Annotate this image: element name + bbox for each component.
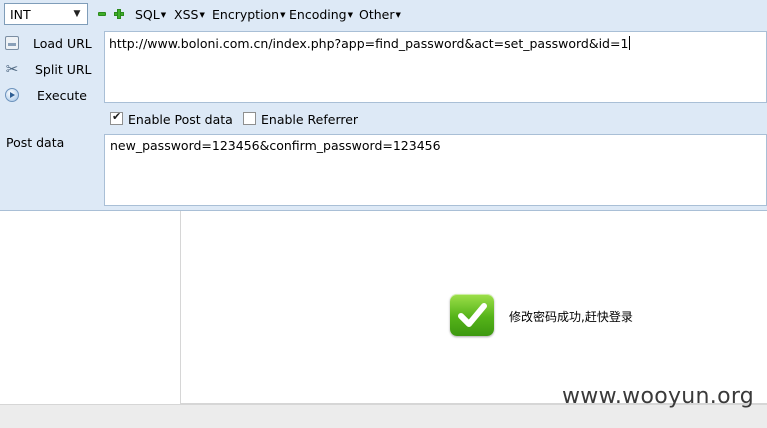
decrease-icon[interactable] bbox=[98, 12, 106, 16]
menu-xss[interactable]: XSS▼ bbox=[174, 7, 205, 22]
hackbar-toolbar: INT ▼ SQL▼ XSS▼ Encryption▼ Encoding▼ Ot… bbox=[0, 0, 767, 30]
play-icon bbox=[5, 88, 19, 102]
load-url-button[interactable]: Load URL bbox=[0, 33, 100, 55]
menu-encoding[interactable]: Encoding▼ bbox=[289, 7, 353, 22]
load-url-label: Load URL bbox=[33, 36, 92, 51]
caret-down-icon: ▼ bbox=[160, 11, 167, 19]
split-url-button[interactable]: ✂ Split URL bbox=[0, 59, 100, 81]
enable-referrer-label[interactable]: Enable Referrer bbox=[261, 112, 358, 127]
caret-down-icon: ▼ bbox=[395, 11, 401, 19]
enable-referrer-checkbox[interactable] bbox=[243, 112, 256, 125]
menu-encryption[interactable]: Encryption▼ bbox=[212, 7, 286, 22]
post-data-value: new_password=123456&confirm_password=123… bbox=[110, 138, 441, 153]
increase-icon[interactable] bbox=[114, 9, 124, 19]
caret-down-icon: ▼ bbox=[347, 11, 353, 19]
enable-post-checkbox[interactable]: ✔ bbox=[110, 110, 123, 125]
caret-down-icon: ▼ bbox=[199, 11, 205, 19]
chevron-down-icon: ▼ bbox=[73, 9, 81, 19]
execute-label: Execute bbox=[37, 88, 87, 103]
menu-other-label: Other bbox=[359, 7, 395, 22]
watermark: www.wooyun.org bbox=[562, 384, 755, 409]
menu-sql[interactable]: SQL▼ bbox=[135, 7, 166, 22]
url-input[interactable]: http://www.boloni.com.cn/index.php?app=f… bbox=[104, 31, 767, 103]
caret-down-icon: ▼ bbox=[280, 11, 286, 19]
split-url-label: Split URL bbox=[35, 62, 92, 77]
menu-encoding-label: Encoding bbox=[289, 7, 347, 22]
menu-xss-label: XSS bbox=[174, 7, 199, 22]
int-type-select[interactable]: INT ▼ bbox=[4, 3, 88, 25]
success-message: 修改密码成功,赶快登录 bbox=[509, 310, 633, 324]
post-data-label: Post data bbox=[6, 135, 65, 150]
int-type-value: INT bbox=[10, 7, 31, 22]
post-data-input[interactable]: new_password=123456&confirm_password=123… bbox=[104, 134, 767, 206]
url-value: http://www.boloni.com.cn/index.php?app=f… bbox=[109, 36, 629, 51]
url-text: http://www.boloni.com.cn/index.php?app=f… bbox=[109, 36, 631, 51]
menu-other[interactable]: Other▼ bbox=[359, 7, 401, 22]
enable-post-label[interactable]: Enable Post data bbox=[128, 112, 233, 127]
load-url-icon bbox=[5, 36, 19, 50]
hackbar-panel: INT ▼ SQL▼ XSS▼ Encryption▼ Encoding▼ Ot… bbox=[0, 0, 767, 211]
success-check-icon bbox=[450, 294, 494, 336]
text-cursor bbox=[629, 36, 631, 50]
scissors-icon: ✂ bbox=[5, 60, 19, 78]
execute-button[interactable]: Execute bbox=[0, 85, 100, 107]
checkmark-icon: ✔ bbox=[112, 110, 122, 123]
menu-encryption-label: Encryption bbox=[212, 7, 280, 22]
menu-sql-label: SQL bbox=[135, 7, 160, 22]
